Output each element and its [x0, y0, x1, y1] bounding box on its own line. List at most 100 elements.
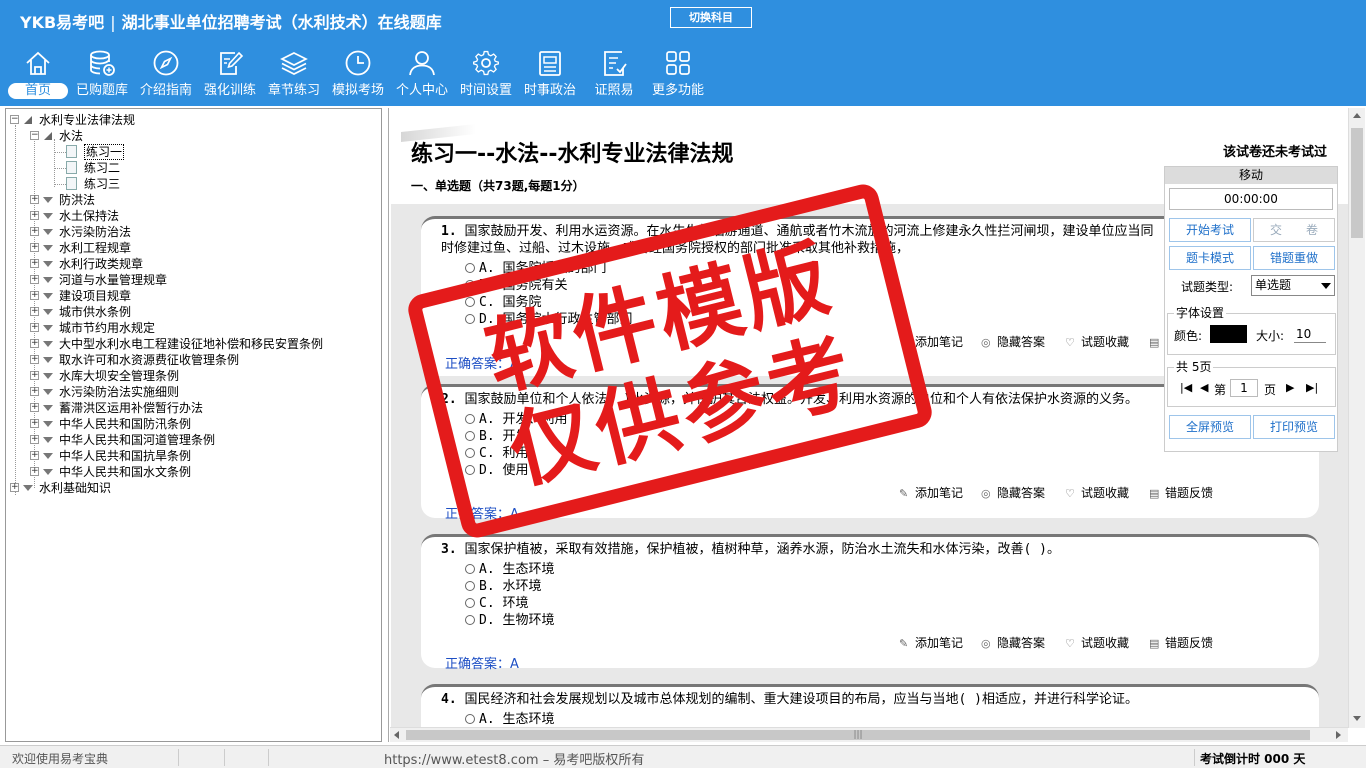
vertical-scrollbar[interactable]	[1348, 108, 1365, 728]
expand-icon[interactable]: +	[30, 307, 39, 316]
start-exam-button[interactable]: 开始考试	[1169, 218, 1251, 242]
scroll-right-icon[interactable]	[1336, 731, 1341, 739]
exam-timer: 00:00:00	[1169, 188, 1333, 210]
option-a[interactable]: A. 开发、利用	[465, 411, 567, 428]
nav-intensive-training[interactable]: 强化训练	[198, 48, 262, 104]
favorite-button[interactable]: ♡ 试题收藏	[1065, 333, 1129, 350]
radio-button[interactable]	[465, 564, 475, 574]
option-b[interactable]: B. 开发	[465, 428, 528, 445]
expand-icon[interactable]: +	[30, 243, 39, 252]
scroll-thumb[interactable]: |||	[406, 730, 1310, 740]
radio-button[interactable]	[465, 280, 475, 290]
hide-answer-button[interactable]: ◎ 隐藏答案	[981, 333, 1045, 350]
add-note-button[interactable]: ✎ 添加笔记	[899, 333, 963, 350]
nav-mock-exam[interactable]: 模拟考场	[326, 48, 390, 104]
expand-icon[interactable]: +	[30, 259, 39, 268]
expand-icon[interactable]: +	[30, 275, 39, 284]
text-color-swatch[interactable]	[1210, 325, 1247, 343]
scroll-up-icon[interactable]	[1353, 113, 1361, 118]
option-d[interactable]: D. 生物环境	[465, 612, 554, 629]
horizontal-scrollbar[interactable]: |||	[390, 727, 1348, 742]
option-c[interactable]: C. 国务院	[465, 294, 541, 311]
fullscreen-preview-button[interactable]: 全屏预览	[1169, 415, 1251, 439]
expand-icon[interactable]: +	[30, 339, 39, 348]
collapse-icon[interactable]: −	[10, 115, 19, 124]
add-note-button[interactable]: ✎ 添加笔记	[899, 484, 963, 501]
expand-icon[interactable]: +	[30, 387, 39, 396]
expand-icon[interactable]: +	[30, 435, 39, 444]
radio-button[interactable]	[465, 414, 475, 424]
font-size-input[interactable]: 10	[1294, 325, 1326, 343]
option-c[interactable]: C. 利用	[465, 445, 528, 462]
status-divider	[178, 749, 179, 766]
nav-current-affairs[interactable]: 时事政治	[518, 48, 582, 104]
option-a[interactable]: A. 生态环境	[465, 561, 554, 578]
expand-icon[interactable]: +	[30, 227, 39, 236]
radio-button[interactable]	[465, 263, 475, 273]
page-number-input[interactable]: 1	[1230, 379, 1258, 397]
folder-triangle-icon	[24, 116, 32, 124]
expand-icon[interactable]: +	[30, 371, 39, 380]
folder-triangle-icon	[43, 229, 53, 235]
radio-button[interactable]	[465, 598, 475, 608]
report-error-button[interactable]: ▤错题反馈	[1149, 634, 1213, 651]
card-mode-button[interactable]: 题卡模式	[1169, 246, 1251, 270]
nav-chapter-practice[interactable]: 章节练习	[262, 48, 326, 104]
switch-subject-button[interactable]: 切换科目	[670, 7, 752, 28]
favorite-button[interactable]: ♡ 试题收藏	[1065, 484, 1129, 501]
scroll-thumb[interactable]	[1351, 128, 1363, 238]
nav-purchased-banks[interactable]: 已购题库	[70, 48, 134, 104]
add-note-button[interactable]: ✎ 添加笔记	[899, 634, 963, 651]
option-d[interactable]: D. 使用	[465, 462, 528, 479]
option-a[interactable]: A. 生态环境	[465, 711, 554, 728]
option-c[interactable]: C. 环境	[465, 595, 528, 612]
print-preview-button[interactable]: 打印预览	[1253, 415, 1335, 439]
redo-wrong-button[interactable]: 错题重做	[1253, 246, 1335, 270]
nav-home[interactable]: 首页	[6, 48, 70, 104]
radio-button[interactable]	[465, 431, 475, 441]
radio-button[interactable]	[465, 314, 475, 324]
hide-answer-button[interactable]: ◎ 隐藏答案	[981, 484, 1045, 501]
nav-certificate[interactable]: 证照易	[582, 48, 646, 104]
expand-icon[interactable]: +	[30, 403, 39, 412]
expand-icon[interactable]: +	[10, 483, 19, 492]
expand-icon[interactable]: +	[30, 451, 39, 460]
report-error-button[interactable]: ▤错题反馈	[1149, 484, 1213, 501]
document-icon	[66, 161, 77, 174]
radio-button[interactable]	[465, 581, 475, 591]
pencil-icon: ✎	[899, 637, 909, 650]
hide-answer-button[interactable]: ◎ 隐藏答案	[981, 634, 1045, 651]
panel-drag-handle[interactable]: 移动	[1165, 167, 1337, 184]
option-b[interactable]: B. 国务院有关	[465, 277, 567, 294]
expand-icon[interactable]: +	[30, 291, 39, 300]
last-page-icon[interactable]: ▶|	[1306, 381, 1318, 394]
expand-icon[interactable]: +	[30, 211, 39, 220]
next-page-icon[interactable]: ▶	[1286, 381, 1294, 394]
expand-icon[interactable]: +	[30, 195, 39, 204]
scroll-down-icon[interactable]	[1353, 716, 1361, 721]
expand-icon[interactable]: +	[30, 355, 39, 364]
radio-button[interactable]	[465, 297, 475, 307]
option-a[interactable]: A. 国务院授权的部门	[465, 260, 606, 277]
expand-icon[interactable]: +	[30, 467, 39, 476]
nav-time-settings[interactable]: 时间设置	[454, 48, 518, 104]
nav-personal-center[interactable]: 个人中心	[390, 48, 454, 104]
favorite-button[interactable]: ♡ 试题收藏	[1065, 634, 1129, 651]
nav-more-features[interactable]: 更多功能	[646, 48, 710, 104]
prev-page-icon[interactable]: ◀	[1200, 381, 1208, 394]
question-type-select[interactable]: 单选题	[1251, 275, 1335, 296]
welcome-text: 欢迎使用易考宝典	[12, 752, 109, 766]
radio-button[interactable]	[465, 465, 475, 475]
first-page-icon[interactable]: |◀	[1180, 381, 1192, 394]
option-d[interactable]: D. 国务院水行政主管部门	[465, 311, 632, 328]
expand-icon[interactable]: +	[30, 323, 39, 332]
nav-guide[interactable]: 介绍指南	[134, 48, 198, 104]
option-b[interactable]: B. 水环境	[465, 578, 541, 595]
radio-button[interactable]	[465, 448, 475, 458]
radio-button[interactable]	[465, 714, 475, 724]
scroll-left-icon[interactable]	[394, 731, 399, 739]
submit-paper-button[interactable]: 交 卷	[1253, 218, 1335, 242]
radio-button[interactable]	[465, 615, 475, 625]
collapse-icon[interactable]: −	[30, 131, 39, 140]
expand-icon[interactable]: +	[30, 419, 39, 428]
